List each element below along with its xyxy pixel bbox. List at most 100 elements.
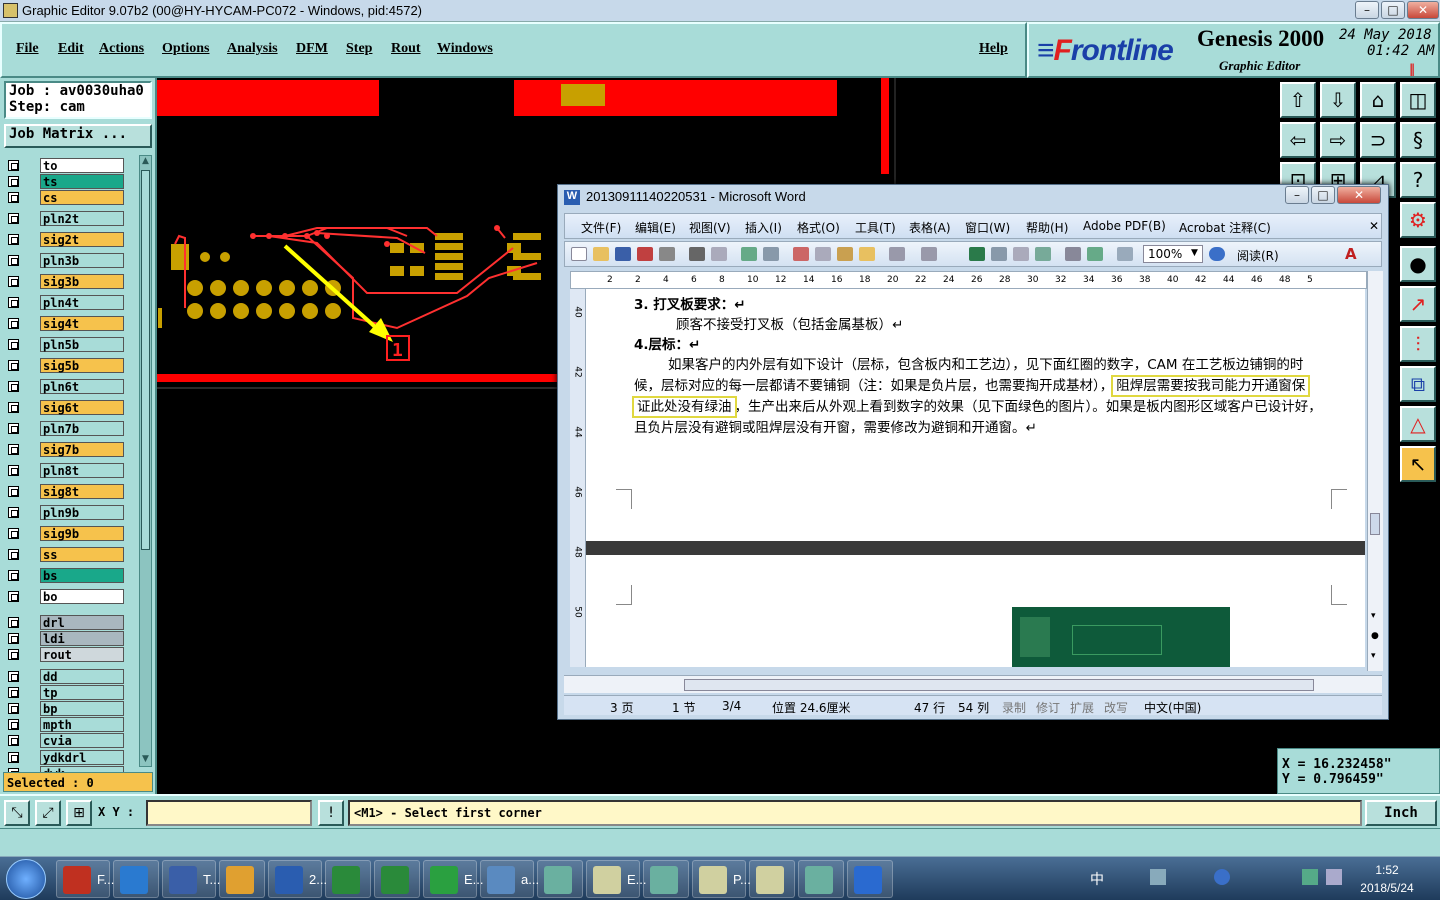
scroll-up-icon[interactable]: ▲ <box>140 156 151 168</box>
word-menu-item[interactable]: Adobe PDF(B) <box>1083 219 1166 233</box>
taskbar-button[interactable]: P... <box>692 860 751 898</box>
layer-row-dd[interactable]: dd <box>6 668 124 684</box>
layer-name[interactable]: pln3b <box>40 253 124 268</box>
new-icon[interactable] <box>571 247 587 261</box>
layer-name[interactable]: to <box>40 158 124 173</box>
layer-checkbox[interactable] <box>8 751 19 763</box>
word-close-button[interactable]: ✕ <box>1337 186 1381 204</box>
layer-row-sig3b[interactable]: sig3b <box>6 274 124 289</box>
layer-checkbox[interactable] <box>8 381 19 392</box>
word-menu-item[interactable]: 帮助(H) <box>1026 219 1068 236</box>
units-button[interactable]: Inch <box>1365 800 1437 826</box>
layer-name[interactable]: ts <box>40 174 124 189</box>
layer-name[interactable]: cvia <box>40 733 124 749</box>
tool-icon[interactable]: ⇦ <box>1280 122 1316 158</box>
word-menu-item[interactable]: 插入(I) <box>745 219 782 236</box>
layer-row-pln5b[interactable]: pln5b <box>6 337 124 352</box>
layer-checkbox[interactable] <box>8 719 19 731</box>
layer-checkbox[interactable] <box>8 633 19 645</box>
layer-name[interactable]: ldi <box>40 631 124 647</box>
word-menu-item[interactable]: 文件(F) <box>581 219 621 236</box>
layer-row-sig4t[interactable]: sig4t <box>6 316 124 331</box>
layer-scrollbar[interactable]: ▲ ▼ <box>139 155 152 767</box>
layer-name[interactable]: ss <box>40 547 124 562</box>
tool-icon[interactable]: ⇨ <box>1320 122 1356 158</box>
tray-icon[interactable] <box>1150 869 1166 885</box>
taskbar-button[interactable] <box>325 860 371 898</box>
layer-row-pln6t[interactable]: pln6t <box>6 379 124 394</box>
paste-icon[interactable] <box>837 247 853 261</box>
close-button[interactable]: ✕ <box>1407 1 1439 19</box>
word-menu-item[interactable]: 视图(V) <box>689 219 731 236</box>
taskbar-button[interactable] <box>219 860 265 898</box>
layer-name[interactable]: tp <box>40 684 124 700</box>
layer-name[interactable]: pln9b <box>40 505 124 520</box>
menu-options[interactable]: Options <box>162 41 209 57</box>
menu-file[interactable]: File <box>16 41 39 57</box>
layer-name[interactable]: sig2t <box>40 232 124 247</box>
layer-name[interactable]: sig8t <box>40 484 124 499</box>
word-window[interactable]: W 20130911140220531 - Microsoft Word – □… <box>557 184 1389 720</box>
layer-row-sig2t[interactable]: sig2t <box>6 232 124 247</box>
layer-row-cvia[interactable]: cvia <box>6 733 124 749</box>
layer-row-bo[interactable]: bo <box>6 589 124 604</box>
help-icon[interactable] <box>1209 247 1225 261</box>
tool-icon[interactable]: ◫ <box>1400 82 1436 118</box>
tool-icon[interactable]: △ <box>1400 406 1436 442</box>
layer-checkbox[interactable] <box>8 423 19 434</box>
layer-name[interactable]: bs <box>40 568 124 583</box>
word-maximize-button[interactable]: □ <box>1311 186 1335 204</box>
layer-checkbox[interactable] <box>8 486 19 497</box>
layer-row-ts[interactable]: ts <box>6 174 124 189</box>
layer-name[interactable]: bo <box>40 589 124 604</box>
copy-icon[interactable] <box>815 247 831 261</box>
volume-icon[interactable] <box>1326 869 1342 885</box>
zoom-icon[interactable]: ⤡ <box>4 800 30 826</box>
layer-row-cs[interactable]: cs <box>6 190 124 205</box>
scroll-down-icon[interactable]: ▼ <box>140 754 151 766</box>
tool-icon[interactable]: ⌂ <box>1360 82 1396 118</box>
taskbar-button[interactable]: a... <box>480 860 539 898</box>
layer-checkbox[interactable] <box>8 213 19 224</box>
layer-name[interactable]: sig4t <box>40 316 124 331</box>
insert-excel-icon[interactable] <box>1035 247 1051 261</box>
doc-map-icon[interactable] <box>1117 247 1133 261</box>
research-icon[interactable] <box>763 247 779 261</box>
taskbar-button[interactable] <box>113 860 159 898</box>
layer-row-ldi[interactable]: ldi <box>6 631 124 647</box>
layer-row-pln7b[interactable]: pln7b <box>6 421 124 436</box>
start-button[interactable] <box>6 859 46 899</box>
open-icon[interactable] <box>593 247 609 261</box>
layer-row-to[interactable]: to <box>6 158 124 173</box>
layer-name[interactable]: sig7b <box>40 442 124 457</box>
clock[interactable]: 1:52 2018/5/24 <box>1352 861 1422 897</box>
word-vertical-scrollbar[interactable]: ▾ ● ▾ <box>1367 271 1383 671</box>
ime-indicator[interactable]: 中 <box>1090 869 1104 889</box>
layer-checkbox[interactable] <box>8 735 19 747</box>
layer-row-sig6t[interactable]: sig6t <box>6 400 124 415</box>
layer-name[interactable]: pln7b <box>40 421 124 436</box>
layer-checkbox[interactable] <box>8 549 19 560</box>
layer-row-pln4t[interactable]: pln4t <box>6 295 124 310</box>
menu-dfm[interactable]: DFM <box>296 41 328 57</box>
layer-name[interactable]: ydkdrl <box>40 749 124 765</box>
menu-help[interactable]: Help <box>979 41 1008 57</box>
layer-row-bs[interactable]: bs <box>6 568 124 583</box>
menu-analysis[interactable]: Analysis <box>227 41 278 57</box>
layer-checkbox[interactable] <box>8 686 19 698</box>
next-page-icon[interactable]: ▾ <box>1371 651 1376 661</box>
tool-icon[interactable]: § <box>1400 122 1436 158</box>
layer-name[interactable]: pln6t <box>40 379 124 394</box>
grid-icon[interactable]: ⊞ <box>66 800 92 826</box>
word-menu-item[interactable]: 格式(O) <box>797 219 840 236</box>
print-icon[interactable] <box>689 247 705 261</box>
help-icon[interactable]: ? <box>1400 162 1436 198</box>
layer-name[interactable]: pln8t <box>40 463 124 478</box>
minimize-button[interactable]: – <box>1355 1 1379 19</box>
prev-page-icon[interactable]: ▾ <box>1371 611 1376 621</box>
layer-checkbox[interactable] <box>8 234 19 245</box>
taskbar-button[interactable] <box>537 860 583 898</box>
menu-step[interactable]: Step <box>346 41 372 57</box>
layer-name[interactable]: pln4t <box>40 295 124 310</box>
email-icon[interactable] <box>659 247 675 261</box>
